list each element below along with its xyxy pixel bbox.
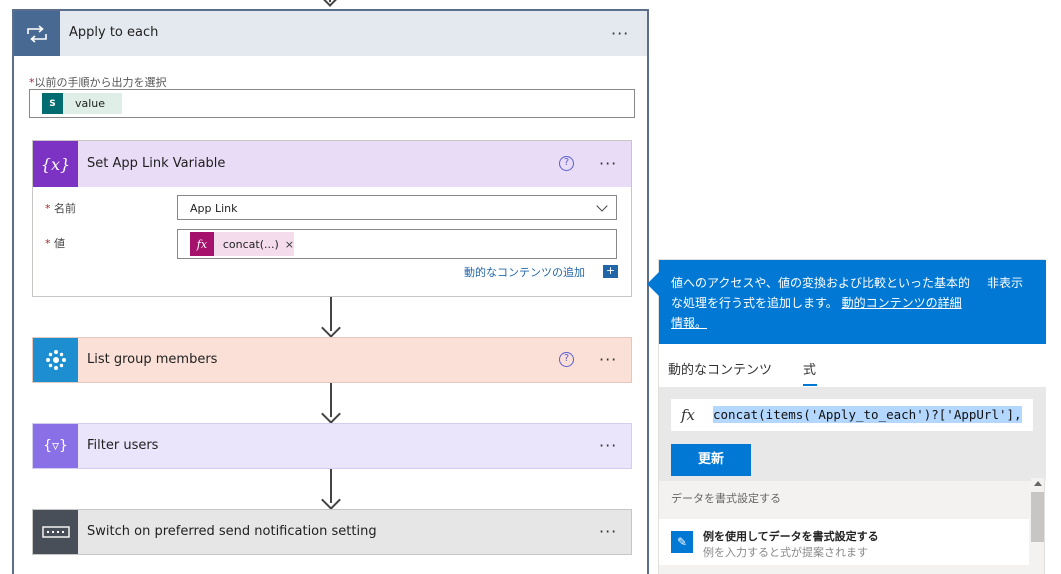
format-pen-icon: ✎ [671, 531, 693, 553]
panel-tabs: 動的なコンテンツ 式 [659, 344, 1046, 387]
switch-header[interactable]: Switch on preferred send notification se… [33, 510, 631, 554]
filter-users-header[interactable]: {▿} Filter users ··· [33, 424, 631, 468]
set-variable-title: Set App Link Variable [87, 156, 226, 171]
list-group-members-header[interactable]: List group members ? ··· [33, 338, 631, 382]
variable-value-field[interactable]: fx concat(...) × [177, 229, 617, 259]
chevron-down-icon [596, 200, 608, 212]
connector-arrow [321, 469, 341, 510]
callout-description: 値へのアクセスや、値の変換および比較といった基本的な処理を行う式を追加します。 … [671, 276, 971, 330]
expression-editor-area: fx concat(items('Apply_to_each')?['AppUr… [659, 387, 1046, 481]
help-icon[interactable]: ? [559, 352, 574, 367]
connector-arrow-top [320, 0, 340, 8]
concat-token-label: concat(...) [222, 237, 279, 251]
select-output-field[interactable]: S value [29, 89, 635, 118]
format-data-section-label: データを書式設定する [671, 492, 781, 505]
loop-icon [14, 11, 60, 56]
hide-button[interactable]: 非表示 [987, 274, 1023, 291]
add-dynamic-content-icon[interactable]: + [603, 265, 618, 278]
expression-info-callout: 値へのアクセスや、値の変換および比較といった基本的な処理を行う式を追加します。 … [647, 260, 1046, 344]
sharepoint-icon: S [42, 93, 63, 114]
filter-users-title: Filter users [87, 438, 159, 453]
switch-title: Switch on preferred send notification se… [87, 524, 377, 539]
set-variable-header[interactable]: {𝑥} Set App Link Variable ? ··· [33, 141, 631, 187]
function-icon: fx [681, 406, 696, 424]
filter-users-card[interactable]: {▿} Filter users ··· [32, 423, 632, 469]
format-by-example-subtitle: 例を入力すると式が提案されます [703, 546, 868, 559]
apply-to-each-container: Apply to each ··· *以前の手順から出力を選択 S value … [12, 9, 649, 574]
apply-more-menu-button[interactable]: ··· [611, 26, 629, 42]
update-button[interactable]: 更新 [671, 444, 751, 476]
switch-card[interactable]: Switch on preferred send notification se… [32, 509, 632, 555]
expression-input[interactable]: fx concat(items('Apply_to_each')?['AppUr… [671, 399, 1033, 431]
list-group-members-title: List group members [87, 352, 218, 367]
add-dynamic-content-link[interactable]: 動的なコンテンツの追加 [464, 264, 585, 280]
callout-notch [647, 272, 659, 296]
flow-designer: Apply to each ··· *以前の手順から出力を選択 S value … [0, 0, 1061, 574]
format-by-example-item[interactable]: ✎ 例を使用してデータを書式設定する 例を入力すると式が提案されます [659, 519, 1029, 565]
apply-to-each-title: Apply to each [69, 25, 159, 40]
switch-more-button[interactable]: ··· [599, 524, 617, 540]
value-label: * 値 [45, 237, 65, 250]
list-group-members-more-button[interactable]: ··· [599, 352, 617, 368]
set-variable-card: {𝑥} Set App Link Variable ? ··· * 名前 App… [32, 140, 632, 297]
filter-users-more-button[interactable]: ··· [599, 438, 617, 454]
switch-icon [33, 510, 78, 554]
format-by-example-title: 例を使用してデータを書式設定する [703, 530, 879, 543]
select-output-label: *以前の手順から出力を選択 [29, 76, 167, 89]
connector-arrow [321, 297, 341, 338]
variable-icon: {𝑥} [33, 141, 78, 187]
value-token-label: value [75, 97, 106, 110]
concat-expression-token[interactable]: fx concat(...) × [190, 232, 294, 256]
dynamic-content-panel: 値へのアクセスや、値の変換および比較といった基本的な処理を行う式を追加します。 … [647, 259, 1046, 574]
function-icon: fx [190, 232, 214, 256]
help-icon[interactable]: ? [559, 156, 574, 171]
remove-token-button[interactable]: × [285, 238, 294, 251]
active-tab-indicator [803, 384, 817, 386]
set-variable-more-button[interactable]: ··· [599, 156, 617, 172]
apply-to-each-header[interactable]: Apply to each ··· [14, 11, 647, 56]
variable-name-value: App Link [190, 202, 238, 215]
filter-array-icon: {▿} [33, 424, 78, 468]
name-label: * 名前 [45, 202, 76, 215]
tab-expression[interactable]: 式 [803, 359, 816, 378]
connector-arrow [321, 383, 341, 424]
value-token[interactable]: S value [42, 93, 122, 114]
panel-scrollbar[interactable] [1031, 478, 1044, 574]
scroll-thumb[interactable] [1031, 492, 1044, 542]
tab-dynamic-content[interactable]: 動的なコンテンツ [668, 359, 772, 378]
expression-text: concat(items('Apply_to_each')?['AppUrl']… [713, 406, 1022, 423]
list-group-members-card[interactable]: List group members ? ··· [32, 337, 632, 383]
office365-groups-icon [33, 338, 78, 382]
variable-name-dropdown[interactable]: App Link [177, 195, 617, 220]
scroll-up-arrow[interactable] [1034, 481, 1042, 486]
